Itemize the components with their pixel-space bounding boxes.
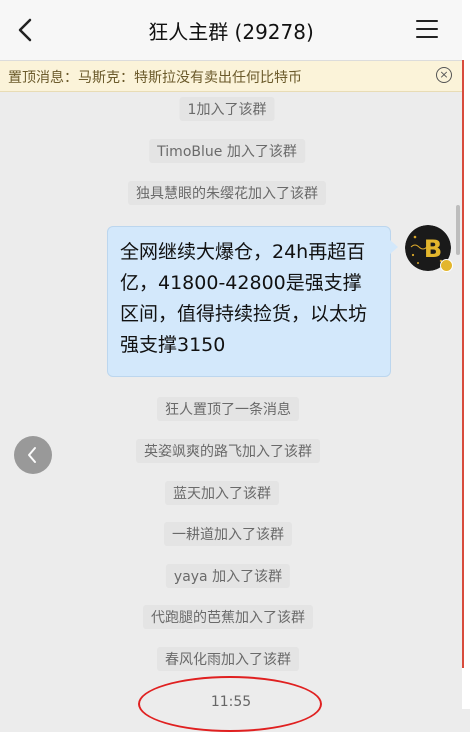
pinned-message-bar[interactable]: 置顶消息：马斯克：特斯拉没有卖出任何比特币 × — [0, 61, 462, 92]
bubble-tail — [390, 240, 398, 254]
chat-title: 狂人主群 (29278) — [148, 20, 314, 44]
system-message: 英姿飒爽的路飞加入了该群 — [136, 439, 320, 463]
system-message: 独具慧眼的朱缨花加入了该群 — [128, 181, 326, 205]
verified-badge-icon — [440, 259, 453, 272]
system-message: 春风化雨加入了该群 — [157, 647, 299, 671]
scrollbar[interactable] — [456, 205, 460, 255]
annotation-circle — [138, 676, 322, 732]
system-message: 蓝天加入了该群 — [165, 481, 279, 505]
scroll-left-button[interactable] — [14, 436, 52, 474]
chat-message-bubble[interactable]: 全网继续大爆仓，24h再超百亿，41800-42800是强支撑区间，值得持续捡货… — [107, 226, 391, 377]
menu-icon[interactable] — [416, 20, 438, 38]
chat-header: 狂人主群 (29278) — [0, 0, 462, 61]
avatar-letter: B — [424, 235, 442, 263]
pinned-content: 马斯克：特斯拉没有卖出任何比特币 — [78, 70, 302, 86]
system-message: TimoBlue 加入了该群 — [149, 139, 305, 163]
chevron-left-icon — [28, 447, 36, 463]
system-message: 1加入了该群 — [179, 97, 275, 121]
pinned-message-text: 置顶消息：马斯克：特斯拉没有卖出任何比特币 — [8, 67, 302, 87]
close-icon[interactable]: × — [436, 67, 452, 83]
system-message: 狂人置顶了一条消息 — [157, 397, 299, 421]
system-message: 代跑腿的芭蕉加入了该群 — [143, 605, 313, 629]
window-edge — [462, 0, 470, 709]
system-message: yaya 加入了该群 — [165, 564, 291, 588]
pinned-label: 置顶消息： — [8, 70, 78, 86]
system-message: 一耕道加入了该群 — [164, 522, 292, 546]
